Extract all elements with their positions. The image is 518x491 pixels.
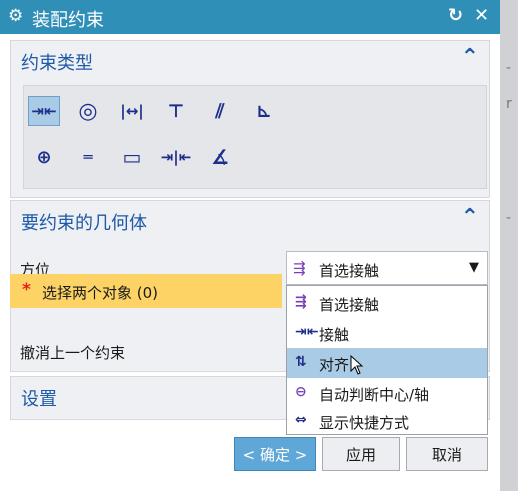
distance-icon[interactable]: |↔| <box>116 96 148 126</box>
background-text: - <box>506 210 512 226</box>
orientation-value: 首选接触 <box>319 262 380 280</box>
fit-icon[interactable]: ▭ <box>116 142 148 172</box>
apply-button[interactable]: 应用 <box>322 437 400 471</box>
mouse-cursor-icon <box>350 355 364 375</box>
required-star-icon: * <box>22 280 31 300</box>
parallel-icon[interactable]: ⫽ <box>204 96 236 126</box>
undo-last-constraint[interactable]: 撤消上一个约束 <box>20 342 125 363</box>
fix-icon[interactable]: ⊤ <box>160 96 192 126</box>
dropdown-item-prefer-touch[interactable]: ⇶ 首选接触 <box>287 288 487 318</box>
dropdown-item-infer-center-axis[interactable]: ⊖ 自动判断中心/轴 <box>287 378 487 408</box>
cancel-button[interactable]: 取消 <box>406 437 488 471</box>
background-text: r <box>506 96 512 112</box>
background-text: - <box>506 60 512 76</box>
gear-icon[interactable]: ⚙ <box>8 6 23 26</box>
group-header[interactable]: 约束类型 ⌃ <box>11 41 489 77</box>
ok-button[interactable]: < 确定 > <box>234 437 316 471</box>
dropdown-item-label: 显示快捷方式 <box>319 414 410 432</box>
select-objects-row[interactable]: * 选择两个对象 (0) <box>10 274 282 308</box>
touch-icon: ⇥⇤ <box>295 324 319 340</box>
dropdown-item-label: 接触 <box>319 326 350 344</box>
perpendicular-icon[interactable]: ⊾ <box>248 96 280 126</box>
group-header[interactable]: 要约束的几何体 ⌃ <box>11 201 489 237</box>
reset-icon[interactable]: ↻ <box>448 5 463 26</box>
dialog-title: 装配约束 <box>32 10 104 31</box>
dropdown-item-label: 首选接触 <box>319 296 380 314</box>
orientation-dropdown: ⇶ 首选接触 ⇥⇤ 接触 ⇅ 对齐 ⊖ 自动判断中心/轴 ⇔ 显示快捷方式 <box>286 285 488 435</box>
chevron-up-icon[interactable]: ⌃ <box>461 205 479 230</box>
bond-icon[interactable]: ═ <box>72 142 104 172</box>
group-title: 设置 <box>21 389 57 410</box>
angle-icon[interactable]: ∡ <box>204 142 236 172</box>
select-objects-label: 选择两个对象 (0) <box>42 284 159 302</box>
orientation-select[interactable]: ⇶ 首选接触 ▼ <box>286 251 488 285</box>
group-title: 要约束的几何体 <box>21 213 147 234</box>
prefer-touch-icon: ⇶ <box>293 259 306 277</box>
assembly-constraint-dialog: ⚙ 装配约束 ↻ ✕ 约束类型 ⌃ ⇥⇤ ◎ |↔| ⊤ ⫽ ⊾ ⊕ ═ ▭ ⇥… <box>0 0 500 491</box>
chevron-up-icon[interactable]: ⌃ <box>461 45 479 70</box>
chevron-down-icon: ▼ <box>469 260 479 275</box>
concentric-icon[interactable]: ◎ <box>72 96 104 126</box>
title-bar: ⚙ 装配约束 ↻ ✕ <box>0 0 500 34</box>
constraint-type-group: 约束类型 ⌃ ⇥⇤ ◎ |↔| ⊤ ⫽ ⊾ ⊕ ═ ▭ ⇥|⇤ ∡ <box>10 40 490 198</box>
dropdown-item-touch[interactable]: ⇥⇤ 接触 <box>287 318 487 348</box>
dropdown-item-align[interactable]: ⇅ 对齐 <box>287 348 487 378</box>
show-shortcuts-icon: ⇔ <box>295 412 307 428</box>
align-lock-icon[interactable]: ⊕ <box>28 142 60 172</box>
align-icon: ⇅ <box>295 354 307 370</box>
prefer-touch-icon: ⇶ <box>295 294 307 310</box>
constraint-type-icons: ⇥⇤ ◎ |↔| ⊤ ⫽ ⊾ ⊕ ═ ▭ ⇥|⇤ ∡ <box>23 85 487 189</box>
touch-align-icon[interactable]: ⇥⇤ <box>28 96 60 126</box>
dropdown-item-show-shortcuts[interactable]: ⇔ 显示快捷方式 <box>287 406 487 436</box>
infer-center-axis-icon: ⊖ <box>295 384 307 400</box>
dropdown-item-label: 对齐 <box>319 356 350 374</box>
dropdown-item-label: 自动判断中心/轴 <box>319 386 430 404</box>
close-icon[interactable]: ✕ <box>474 5 489 26</box>
center-icon[interactable]: ⇥|⇤ <box>160 142 192 172</box>
group-title: 约束类型 <box>21 53 93 74</box>
